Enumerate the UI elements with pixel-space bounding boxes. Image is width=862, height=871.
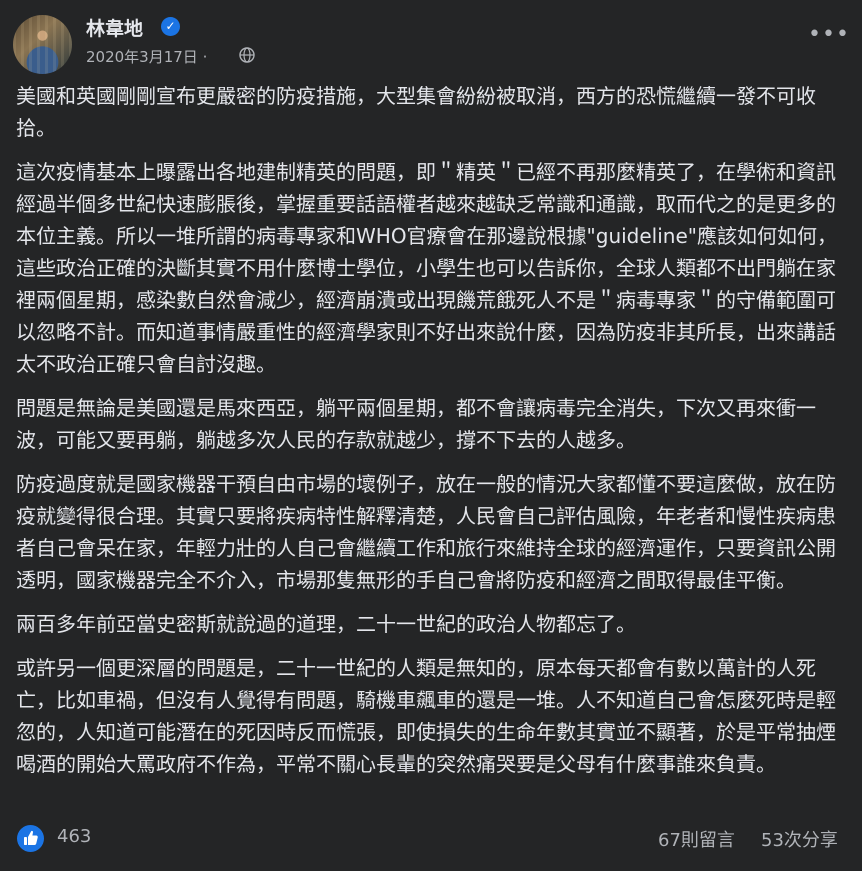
globe-icon <box>239 47 255 63</box>
post-paragraph: 美國和英國剛剛宣布更嚴密的防疫措施，大型集會紛紛被取消，西方的恐慌繼續一發不可收… <box>16 84 816 140</box>
like-count[interactable]: 463 <box>57 826 91 847</box>
share-count[interactable]: 53次分享 <box>761 826 838 852</box>
post-footer: 463 67則留言 53次分享 <box>0 818 862 858</box>
post-paragraph: 兩百多年前亞當史密斯就說過的道理，二十一世紀的政治人物都忘了。 <box>16 612 636 636</box>
post-paragraph: 問題是無論是美國還是馬來西亞，躺平兩個星期，都不會讓病毒完全消失，下次又再來衝一… <box>16 396 816 452</box>
post-body: 美國和英國剛剛宣布更嚴密的防疫措施，大型集會紛紛被取消，西方的恐慌繼續一發不可收… <box>16 80 850 792</box>
post-paragraph: 這次疫情基本上曝露出各地建制精英的問題，即＂精英＂已經不再那麼精英了，在學術和資… <box>16 160 837 376</box>
post-date[interactable]: 2020年3月17日 · <box>86 46 207 67</box>
post-paragraph: 或許另一個更深層的問題是，二十一世紀的人類是無知的，原本每天都會有數以萬計的人死… <box>16 656 836 776</box>
thumbs-up-glyph-icon <box>24 830 38 845</box>
date-separator: · <box>202 48 208 66</box>
author-name[interactable]: 林韋地 <box>86 14 143 41</box>
like-thumbs-up-icon[interactable] <box>17 825 44 852</box>
post-header: 林韋地 ✓ 2020年3月17日 · ••• <box>0 0 862 80</box>
verified-badge-icon: ✓ <box>161 17 180 36</box>
post-card: 林韋地 ✓ 2020年3月17日 · ••• 美國和英國剛剛宣布更嚴密的防疫措施… <box>0 0 862 871</box>
comment-count[interactable]: 67則留言 <box>658 826 735 852</box>
more-options-icon[interactable]: ••• <box>808 24 849 49</box>
post-paragraph: 防疫過度就是國家機器干預自由市場的壞例子，放在一般的情況大家都懂不要這麼做，放在… <box>16 472 836 592</box>
post-date-text: 2020年3月17日 <box>86 48 198 66</box>
author-avatar[interactable] <box>13 15 72 74</box>
